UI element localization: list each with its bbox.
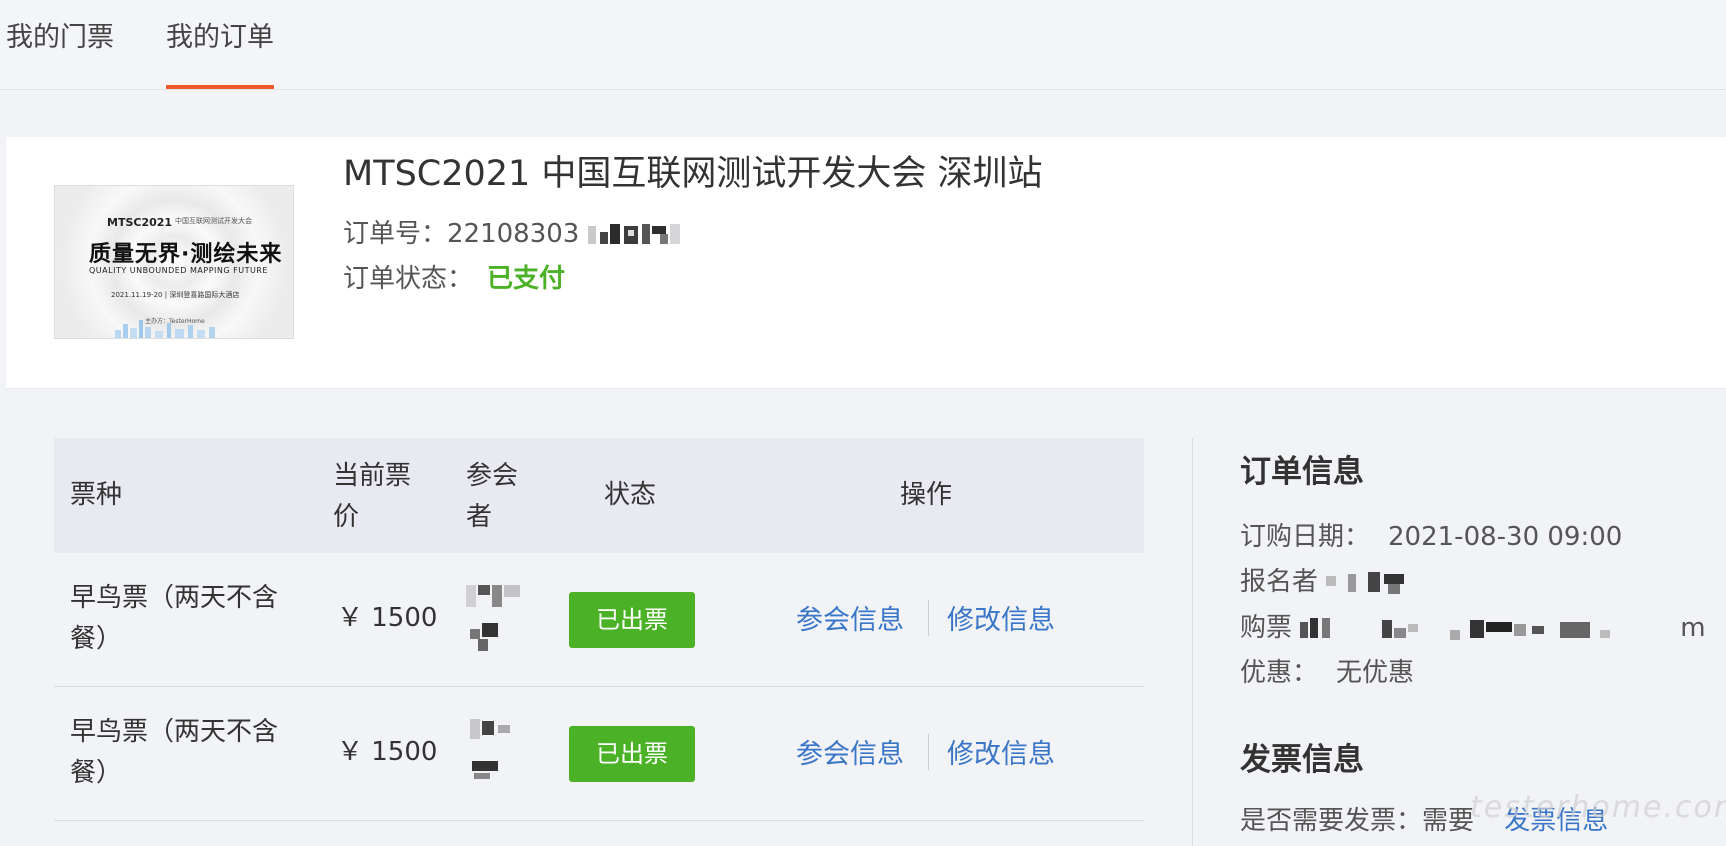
order-tabs: 我的门票 我的订单 xyxy=(0,0,1726,90)
header-price: 当前票价 xyxy=(333,461,412,532)
invoice-need-value: 需要 xyxy=(1422,806,1475,836)
poster-slogan-en: QUALITY UNBOUNDED MAPPING FUTURE xyxy=(89,266,268,275)
ticket-price: ￥ 1500 xyxy=(337,737,438,767)
registrant: 报名者 xyxy=(1240,561,1446,598)
redacted-mosaic xyxy=(587,223,680,244)
buyer-label: 购票 xyxy=(1240,613,1293,643)
tab-my-orders[interactable]: 我的订单 xyxy=(166,0,274,89)
invoice-need-label: 是否需要发票： xyxy=(1240,806,1423,836)
action-separator xyxy=(928,734,929,770)
order-status: 订单状态： 已支付 xyxy=(343,258,565,295)
ticket-issued-button[interactable]: 已出票 xyxy=(569,592,695,648)
edit-info-link[interactable]: 修改信息 xyxy=(947,598,1055,637)
order-date-label: 订购日期： xyxy=(1240,522,1371,552)
ticket-issued-button[interactable]: 已出票 xyxy=(569,726,695,782)
ticket-type: 早鸟票（两天不含餐） xyxy=(70,717,279,788)
ticket-price: ￥ 1500 xyxy=(337,603,438,633)
buyer-tail: m xyxy=(1680,613,1706,643)
order-date-value: 2021-08-30 09:00 xyxy=(1388,522,1623,552)
poster-subtitle: 中国互联网测试开发大会 xyxy=(175,217,252,225)
watermark: testerhome.com xyxy=(1470,790,1726,825)
header-action: 操作 xyxy=(900,480,953,510)
header-attendee: 参会者 xyxy=(466,461,519,532)
panel-divider xyxy=(1192,438,1193,846)
invoice-info-heading: 发票信息 xyxy=(1240,742,1364,778)
order-status-value: 已支付 xyxy=(487,264,566,294)
buyer-redacted xyxy=(1300,617,1611,640)
ticket-type: 早鸟票（两天不含餐） xyxy=(70,583,279,654)
event-poster[interactable]: MTSC2021 中国互联网测试开发大会 质量无界·测绘未来 QUALITY U… xyxy=(54,185,294,339)
poster-brand: MTSC2021 xyxy=(107,216,173,229)
attendee-info-link[interactable]: 参会信息 xyxy=(796,598,904,637)
event-title[interactable]: MTSC2021 中国互联网测试开发大会 深圳站 xyxy=(343,145,1043,196)
order-number-value: 22108303 xyxy=(447,219,580,249)
discount-label: 优惠： xyxy=(1240,658,1319,688)
table-row: 早鸟票（两天不含餐） ￥ 1500 已出票 参会信息 修改信息 xyxy=(54,553,1144,687)
poster-slogan: 质量无界·测绘未来 xyxy=(89,242,283,267)
skyline-graphic xyxy=(115,320,215,338)
order-number: 订单号：22108303 xyxy=(343,213,688,250)
order-number-label: 订单号： xyxy=(343,219,448,249)
table-row: 早鸟票（两天不含餐） ￥ 1500 已出票 参会信息 修改信息 xyxy=(54,687,1144,821)
order-status-label: 订单状态： xyxy=(343,264,474,294)
discount: 优惠： 无优惠 xyxy=(1240,652,1414,689)
table-header: 票种 当前票价 参会者 状态 操作 xyxy=(54,438,1144,553)
order-date: 订购日期： 2021-08-30 09:00 xyxy=(1240,516,1622,553)
action-separator xyxy=(928,600,929,636)
attendee-redacted xyxy=(470,719,510,779)
buyer: 购票 m xyxy=(1240,607,1706,644)
poster-date-venue: 2021.11.19-20 | 深圳登喜路国际大酒店 xyxy=(111,291,240,299)
registrant-label: 报名者 xyxy=(1240,567,1319,597)
edit-info-link[interactable]: 修改信息 xyxy=(947,732,1055,771)
registrant-redacted xyxy=(1326,571,1405,594)
attendee-redacted xyxy=(466,585,520,651)
event-card: MTSC2021 中国互联网测试开发大会 质量无界·测绘未来 QUALITY U… xyxy=(6,137,1726,389)
discount-value: 无优惠 xyxy=(1336,658,1415,688)
order-info-heading: 订单信息 xyxy=(1240,454,1364,490)
attendee-info-link[interactable]: 参会信息 xyxy=(796,732,904,771)
header-ticket-type: 票种 xyxy=(70,480,123,510)
tab-my-tickets[interactable]: 我的门票 xyxy=(6,0,114,89)
header-status: 状态 xyxy=(604,480,657,510)
